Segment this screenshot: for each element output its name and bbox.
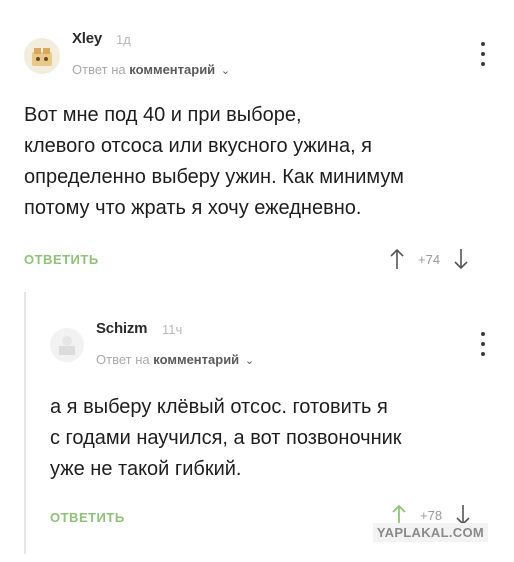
arrow-up-icon[interactable] — [390, 248, 404, 270]
comment-age: 11ч — [162, 322, 183, 337]
default-avatar-icon — [50, 328, 84, 362]
thread-line — [24, 292, 26, 554]
reply-to-link[interactable]: Ответ на комментарий ⌄ — [72, 62, 230, 77]
arrow-down-icon[interactable] — [454, 248, 468, 270]
user-avatar[interactable] — [50, 328, 84, 362]
reply-to-prefix: Ответ на — [96, 352, 150, 367]
comment-1: Xley 1д Ответ на комментарий ⌄ Вот мне п… — [0, 0, 514, 290]
comment-text: Вот мне под 40 и при выборе, клевого отс… — [24, 104, 404, 219]
site-watermark: YAPLAKAL.COM — [372, 523, 488, 542]
chevron-down-icon: ⌄ — [220, 65, 231, 77]
reply-button[interactable]: ОТВЕТИТЬ — [50, 510, 125, 525]
user-avatar[interactable] — [24, 38, 60, 74]
comment-author[interactable]: Schizm — [96, 320, 148, 337]
more-options-icon[interactable] — [480, 42, 486, 66]
chevron-down-icon: ⌄ — [244, 355, 255, 367]
comment-score: +74 — [418, 251, 441, 267]
comment-2: Schizm 11ч Ответ на комментарий ⌄ а я вы… — [0, 292, 514, 562]
comment-age: 1д — [116, 32, 131, 47]
comment-author[interactable]: Xley — [72, 30, 102, 47]
reply-to-link[interactable]: Ответ на комментарий ⌄ — [96, 352, 254, 367]
comment-score: +78 — [420, 507, 443, 523]
reply-to-target: комментарий — [153, 352, 240, 367]
comment-text: а я выберу клёвый отсос. готовить я с го… — [50, 396, 402, 480]
reply-button[interactable]: ОТВЕТИТЬ — [24, 252, 99, 267]
reply-to-prefix: Ответ на — [72, 62, 126, 77]
vote-controls: +74 — [390, 248, 468, 270]
reply-to-target: комментарий — [129, 62, 216, 77]
cartoon-avatar-icon — [24, 38, 60, 74]
more-options-icon[interactable] — [480, 332, 486, 356]
